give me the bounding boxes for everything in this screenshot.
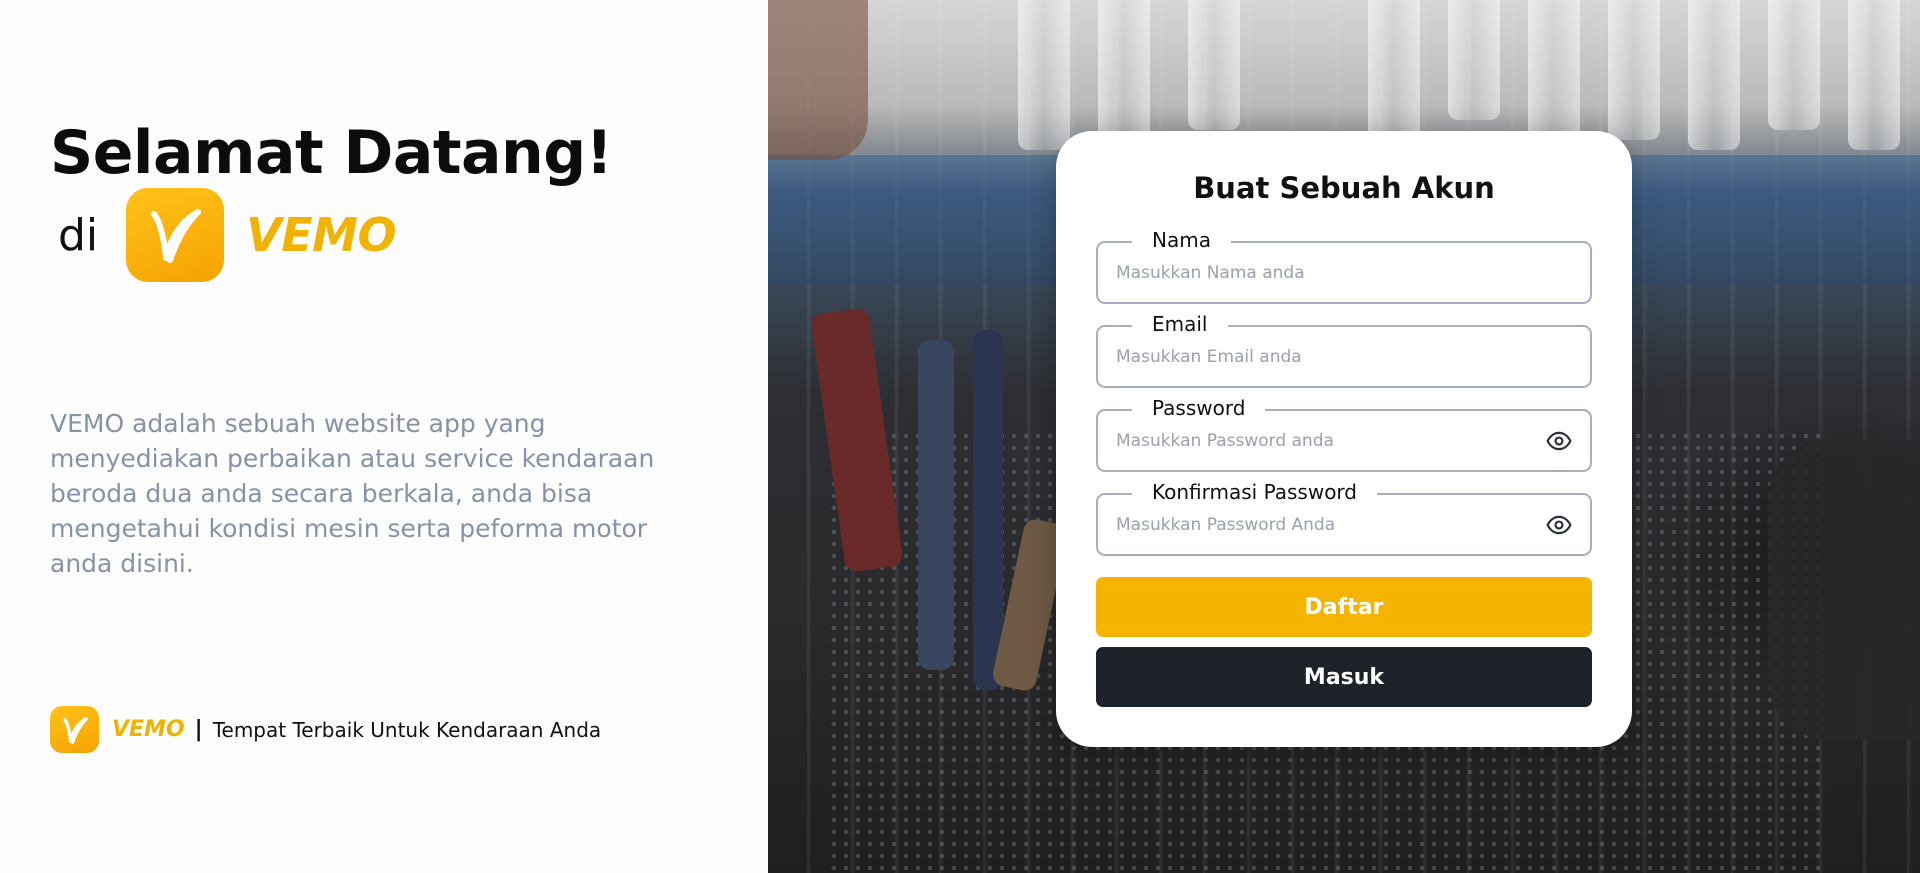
vemo-logo-icon [126,188,225,282]
vemo-logo-icon [50,706,99,753]
tool-decoration [768,0,868,160]
footer-tagline: Tempat Terbaik Untuk Kendaraan Anda [212,717,602,742]
eye-icon[interactable] [1546,428,1572,454]
bottle-decoration [1098,0,1150,150]
footer-brand-name: VEMO [112,717,185,742]
login-button[interactable]: Masuk [1096,647,1592,707]
bottle-decoration [1368,0,1420,150]
signup-card: Buat Sebuah Akun Nama Email Password Kon… [1056,131,1632,747]
form-title: Buat Sebuah Akun [1193,171,1495,205]
bottle-decoration [1528,0,1580,150]
bottle-decoration [1448,0,1500,120]
bottle-decoration [1768,0,1820,130]
confirm-password-field: Konfirmasi Password [1096,480,1592,556]
footer-brand: VEMO | Tempat Terbaik Untuk Kendaraan An… [50,706,601,753]
bottle-decoration [1018,0,1070,150]
tool-decoration [973,330,1003,690]
password-field: Password [1096,396,1592,472]
app-description: VEMO adalah sebuah website app yang meny… [50,409,655,578]
brand-name: VEMO [246,208,397,262]
bottle-decoration [1688,0,1740,150]
footer-separator: | [194,717,203,742]
password-input[interactable] [1116,411,1516,470]
bottle-decoration [1848,0,1900,150]
glove-decoration [1768,440,1920,740]
name-field: Nama [1096,228,1592,304]
welcome-panel: Selamat Datang! di VEMO VEMO adalah sebu… [0,0,768,873]
bottle-decoration [1608,0,1660,140]
register-button[interactable]: Daftar [1096,577,1592,637]
email-field: Email [1096,312,1592,388]
welcome-title: Selamat Datang! [50,118,613,188]
signup-page: Selamat Datang! di VEMO VEMO adalah sebu… [0,0,1920,873]
brand-row: di VEMO [58,188,397,282]
bottle-decoration [1188,0,1240,130]
confirm-password-input[interactable] [1116,495,1516,554]
email-input[interactable] [1116,327,1516,386]
eye-icon[interactable] [1546,512,1572,538]
brand-prefix: di [58,209,99,261]
tool-decoration [918,340,954,670]
name-input[interactable] [1116,243,1516,302]
